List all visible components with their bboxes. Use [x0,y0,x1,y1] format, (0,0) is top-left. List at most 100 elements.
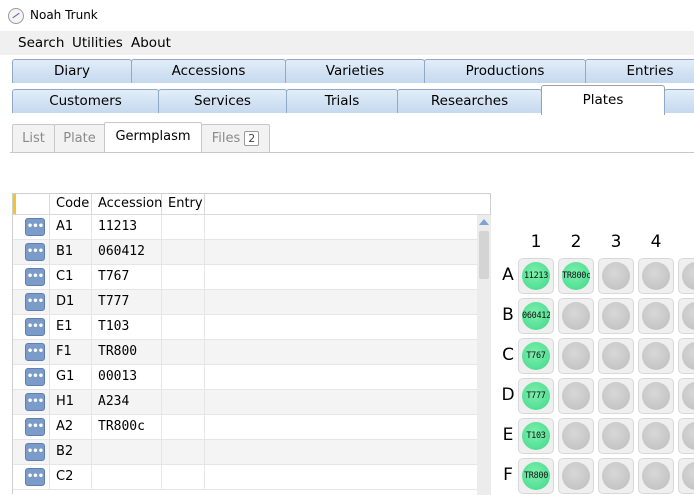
cell-accession[interactable]: T777 [92,290,162,314]
tab-customers[interactable]: Customers [12,89,159,113]
tab-trials[interactable]: Trials [286,89,398,113]
cell-accession[interactable]: T767 [92,265,162,289]
table-row[interactable]: ••• A2 TR800c [13,415,477,440]
row-details-button[interactable]: ••• [25,368,45,386]
cell-entry[interactable] [162,340,205,364]
cell-code[interactable]: C2 [50,465,92,489]
cell-code[interactable]: B1 [50,240,92,264]
plate-well[interactable] [558,418,594,454]
plate-well[interactable] [678,258,694,294]
plate-well[interactable] [638,458,674,494]
table-row[interactable]: ••• B1 060412 [13,240,477,265]
row-details-button[interactable]: ••• [25,393,45,411]
cell-code[interactable]: F1 [50,340,92,364]
plate-well[interactable]: T767 [518,338,554,374]
plate-well[interactable] [678,418,694,454]
cell-code[interactable]: H1 [50,390,92,414]
table-row[interactable]: ••• E1 T103 [13,315,477,340]
subtab-germplasm[interactable]: Germplasm [104,122,202,153]
cell-code[interactable]: E1 [50,315,92,339]
cell-code[interactable]: G1 [50,365,92,389]
plate-well[interactable] [598,338,634,374]
cell-entry[interactable] [162,440,205,464]
plate-well[interactable] [638,418,674,454]
table-row[interactable]: ••• D1 T777 [13,290,477,315]
plate-well[interactable]: 060412 [518,298,554,334]
cell-entry[interactable] [162,315,205,339]
cell-entry[interactable] [162,465,205,489]
tab-diary[interactable]: Diary [12,59,132,83]
tab-accessions[interactable]: Accessions [131,59,286,83]
col-header-accession[interactable]: Accession [92,194,162,214]
col-header-code[interactable]: Code [50,194,92,214]
table-row[interactable]: ••• A1 11213 [13,215,477,240]
plate-well[interactable] [598,258,634,294]
table-row[interactable]: ••• B2 [13,440,477,465]
plate-well[interactable]: T103 [518,418,554,454]
cell-entry[interactable] [162,415,205,439]
cell-code[interactable]: A1 [50,215,92,239]
plate-well[interactable] [558,298,594,334]
scroll-thumb[interactable] [479,231,489,279]
cell-accession[interactable]: 060412 [92,240,162,264]
cell-code[interactable]: A2 [50,415,92,439]
cell-entry[interactable] [162,240,205,264]
cell-accession[interactable]: 00013 [92,365,162,389]
tab-entries[interactable]: Entries [585,59,694,83]
table-row[interactable]: ••• G1 00013 [13,365,477,390]
subtab-plate[interactable]: Plate [54,124,105,152]
row-details-button[interactable]: ••• [25,243,45,261]
menu-about[interactable]: About [131,35,171,51]
cell-entry[interactable] [162,290,205,314]
plate-well[interactable] [678,378,694,414]
plate-well[interactable]: TR800c [558,258,594,294]
plate-well[interactable] [558,458,594,494]
grid-vertical-scrollbar[interactable] [477,215,491,495]
tab-productions[interactable]: Productions [424,59,586,83]
row-details-button[interactable]: ••• [25,443,45,461]
row-details-button[interactable]: ••• [25,343,45,361]
plate-well[interactable] [598,298,634,334]
plate-well[interactable]: TR800 [518,458,554,494]
cell-accession[interactable] [92,440,162,464]
table-row[interactable]: ••• F1 TR800 [13,340,477,365]
row-details-button[interactable]: ••• [25,418,45,436]
subtab-files[interactable]: Files 2 [201,124,270,152]
plate-well[interactable]: 11213 [518,258,554,294]
cell-accession[interactable]: TR800c [92,415,162,439]
plate-well[interactable] [638,298,674,334]
tab-overflow[interactable] [664,89,694,113]
plate-well[interactable] [678,298,694,334]
row-details-button[interactable]: ••• [25,293,45,311]
row-details-button[interactable]: ••• [25,468,45,486]
cell-code[interactable]: B2 [50,440,92,464]
cell-accession[interactable]: TR800 [92,340,162,364]
subtab-list[interactable]: List [12,124,55,152]
cell-accession[interactable]: A234 [92,390,162,414]
row-details-button[interactable]: ••• [25,318,45,336]
scroll-up-icon[interactable] [479,219,489,225]
cell-accession[interactable]: T103 [92,315,162,339]
cell-entry[interactable] [162,390,205,414]
row-details-button[interactable]: ••• [25,218,45,236]
table-row[interactable]: ••• H1 A234 [13,390,477,415]
tab-researches[interactable]: Researches [397,89,542,113]
row-details-button[interactable]: ••• [25,268,45,286]
tab-plates[interactable]: Plates [541,85,665,115]
cell-entry[interactable] [162,265,205,289]
plate-well[interactable] [678,458,694,494]
plate-well[interactable] [638,258,674,294]
table-row[interactable]: ••• C2 [13,465,477,490]
menu-search[interactable]: Search [18,35,64,51]
cell-entry[interactable] [162,365,205,389]
cell-entry[interactable] [162,215,205,239]
col-header-entry[interactable]: Entry [162,194,205,214]
plate-well[interactable] [558,378,594,414]
tab-varieties[interactable]: Varieties [285,59,425,83]
plate-well[interactable] [598,378,634,414]
plate-well[interactable] [598,418,634,454]
tab-services[interactable]: Services [158,89,287,113]
plate-well[interactable] [638,338,674,374]
plate-well[interactable] [558,338,594,374]
cell-code[interactable]: C1 [50,265,92,289]
